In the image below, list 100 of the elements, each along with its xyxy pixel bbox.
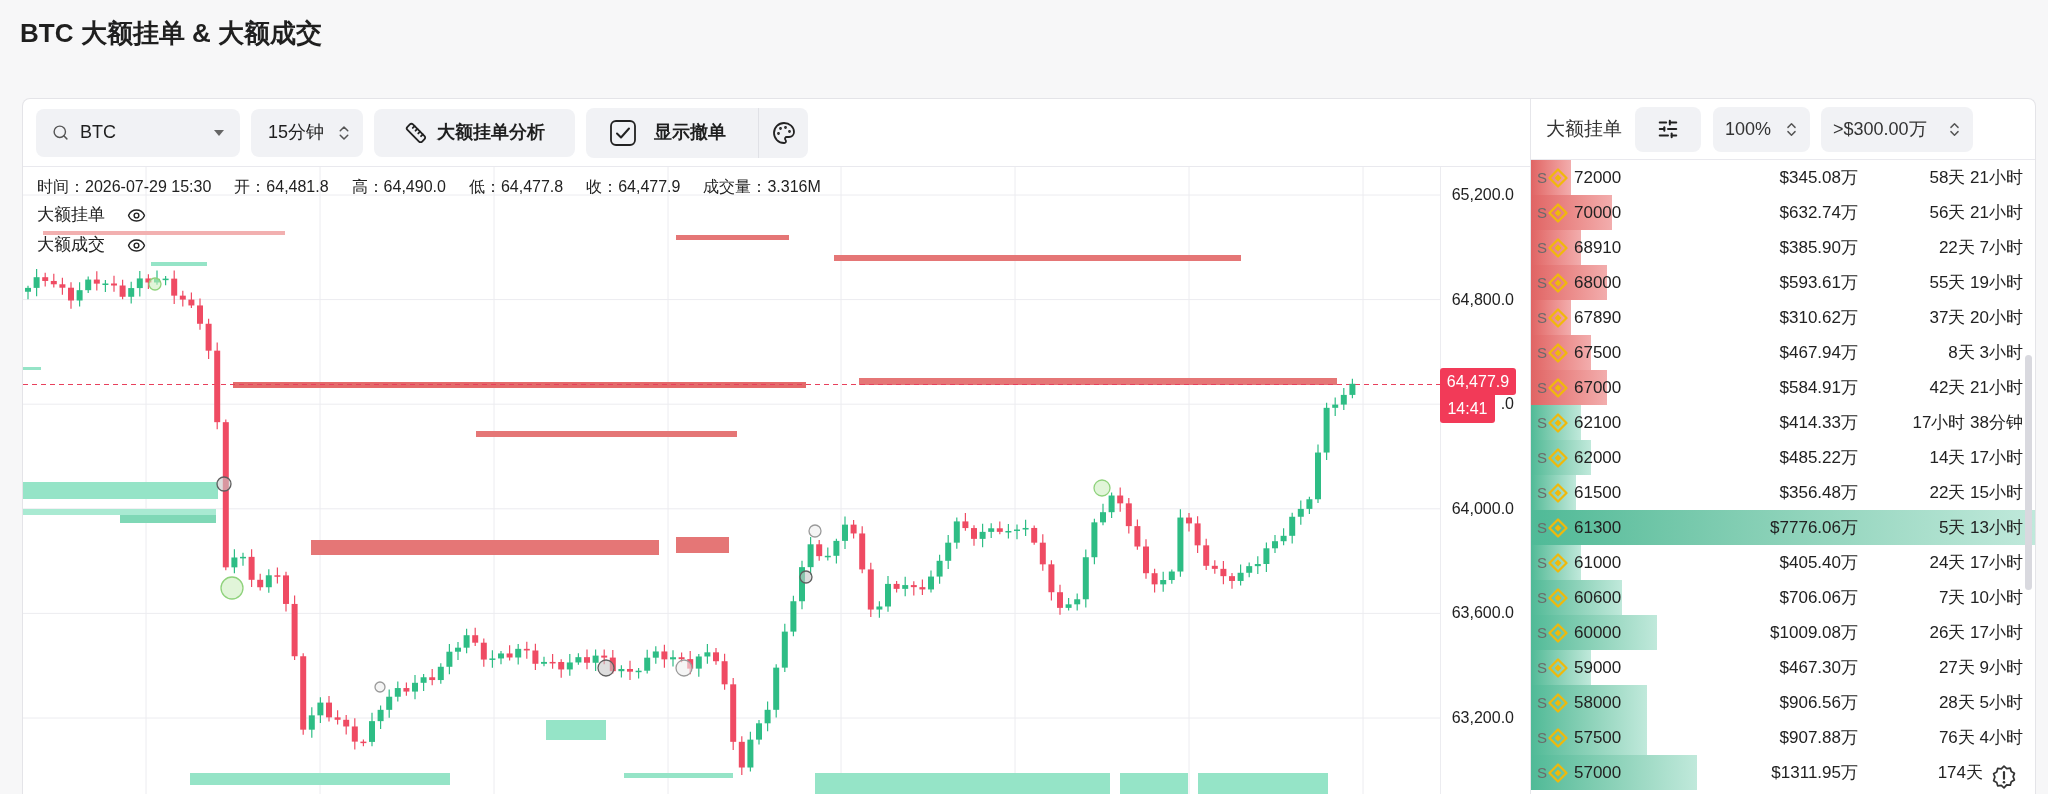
side-tag: S [1537,517,1548,538]
min-amount-select[interactable]: >$300.00万 [1821,106,1973,152]
coin-icon [1548,167,1568,188]
order-row[interactable]: S 62100 $414.33万 17小时 38分钟 [1531,405,2035,440]
trade-marker [808,524,822,538]
order-price: 68000 [1574,271,1622,294]
order-price: 60600 [1574,586,1622,609]
price-tick-label: 63,600.0 [1451,603,1514,624]
show-cancelled-toggle[interactable]: 显示撤单 [586,107,758,158]
trade-marker [799,570,813,584]
order-row[interactable]: S 67890 $310.62万 37天 20小时 [1531,300,2035,335]
order-age: 55天 19小时 [1929,271,2023,294]
order-age: 58天 21小时 [1929,166,2023,189]
interval-select[interactable]: 15分钟 [251,108,363,157]
buy-wall-bar [151,262,207,266]
side-tag: S [1537,622,1548,643]
trade-marker [220,576,244,600]
side-tag: S [1537,167,1548,188]
side-tag: S [1537,762,1548,783]
coin-icon [1548,482,1568,503]
order-row[interactable]: S 61500 $356.48万 22天 15小时 [1531,475,2035,510]
side-tag: S [1537,482,1548,503]
trade-marker [374,681,386,693]
side-tag: S [1537,237,1548,258]
sell-wall-bar [676,537,729,553]
order-row[interactable]: S 59000 $467.30万 27天 9小时 [1531,650,2035,685]
side-tag: S [1537,447,1548,468]
side-tag: S [1537,377,1548,398]
order-amount: $1311.95万 [1771,761,1858,784]
order-age: 27天 9小时 [1938,656,2023,679]
order-price: 62000 [1574,446,1622,469]
side-tag: S [1537,657,1548,678]
order-row[interactable]: S 61300 $7776.06万 5天 13小时 [1531,510,2035,545]
ohlc-reading: 成交量：3.316M [703,177,821,197]
order-row[interactable]: S 60600 $706.06万 7天 10小时 [1531,580,2035,615]
panel-title: 大额挂单 [1546,116,1622,141]
ohlc-reading: 收：64,477.9 [586,177,681,197]
order-amount: $593.61万 [1779,271,1858,294]
order-age: 76天 4小时 [1938,726,2023,749]
side-tag: S [1537,587,1548,608]
coin-icon [1548,517,1568,538]
order-amount: $485.22万 [1779,446,1858,469]
order-price: 61300 [1574,516,1622,539]
order-price: 70000 [1574,201,1622,224]
order-price: 57000 [1574,761,1622,784]
caret-icon [214,129,224,136]
coin-icon [1548,447,1568,468]
order-price: 67500 [1574,341,1622,364]
coin-icon [1548,412,1568,433]
order-amount: $385.90万 [1779,236,1858,259]
analysis-button[interactable]: 大额挂单分析 [374,108,575,157]
order-row[interactable]: S 70000 $632.74万 56天 21小时 [1531,195,2035,230]
side-tag: S [1537,552,1548,573]
order-age: 174天 [1937,761,1983,784]
order-row[interactable]: S 57500 $907.88万 76天 4小时 [1531,720,2035,755]
side-tag: S [1537,342,1548,363]
order-row[interactable]: S 67500 $467.94万 8天 3小时 [1531,335,2035,370]
countdown-tag: 14:41 [1440,395,1495,423]
filter-button[interactable] [1635,106,1701,152]
order-row[interactable]: S 68910 $385.90万 22天 7小时 [1531,230,2035,265]
buy-wall-bar [23,367,41,370]
price-tick-label: 65,200.0 [1451,185,1514,205]
order-row[interactable]: S 60000 $1009.08万 26天 17小时 [1531,615,2035,650]
side-tag: S [1537,727,1548,748]
alert-badge-icon[interactable] [1991,764,2017,790]
ohlc-reading: 时间：2026-07-29 15:30 [37,177,212,197]
order-row[interactable]: S 72000 $345.08万 58天 21小时 [1531,160,2035,195]
order-row[interactable]: S 68000 $593.61万 55天 19小时 [1531,265,2035,300]
palette-icon [771,120,796,145]
order-amount: $7776.06万 [1770,516,1858,539]
order-age: 28天 5小时 [1938,691,2023,714]
buy-wall-bar [1120,773,1188,794]
order-price: 57500 [1574,726,1622,749]
coin-icon [1548,552,1568,573]
ruler-icon [404,121,427,144]
order-row[interactable]: S 57000 $1311.95万 174天 [1531,755,2035,790]
order-age: 14天 17小时 [1929,446,2023,469]
coin-icon [1548,377,1568,398]
order-age: 8天 3小时 [1948,341,2023,364]
order-amount: $405.40万 [1779,551,1858,574]
order-amount: $1009.08万 [1770,621,1858,644]
coin-icon [1548,202,1568,223]
legend-label: 大额成交 [37,234,105,256]
order-amount: $706.06万 [1779,586,1858,609]
scrollbar[interactable] [2025,355,2032,590]
coin-icon [1548,622,1568,643]
order-row[interactable]: S 58000 $906.56万 28天 5小时 [1531,685,2035,720]
order-row[interactable]: S 61000 $405.40万 24天 17小时 [1531,545,2035,580]
trade-marker [675,659,693,677]
last-price-tag: 64,477.9 [1440,368,1516,395]
zoom-select[interactable]: 100% [1713,106,1810,152]
order-amount: $907.88万 [1779,726,1858,749]
palette-button[interactable] [758,107,808,158]
trade-marker [216,476,232,492]
order-row[interactable]: S 62000 $485.22万 14天 17小时 [1531,440,2035,475]
symbol-select[interactable]: BTC [36,108,240,157]
order-amount: $584.91万 [1779,376,1858,399]
order-row[interactable]: S 67000 $584.91万 42天 21小时 [1531,370,2035,405]
order-amount: $906.56万 [1779,691,1858,714]
coin-icon [1548,342,1568,363]
